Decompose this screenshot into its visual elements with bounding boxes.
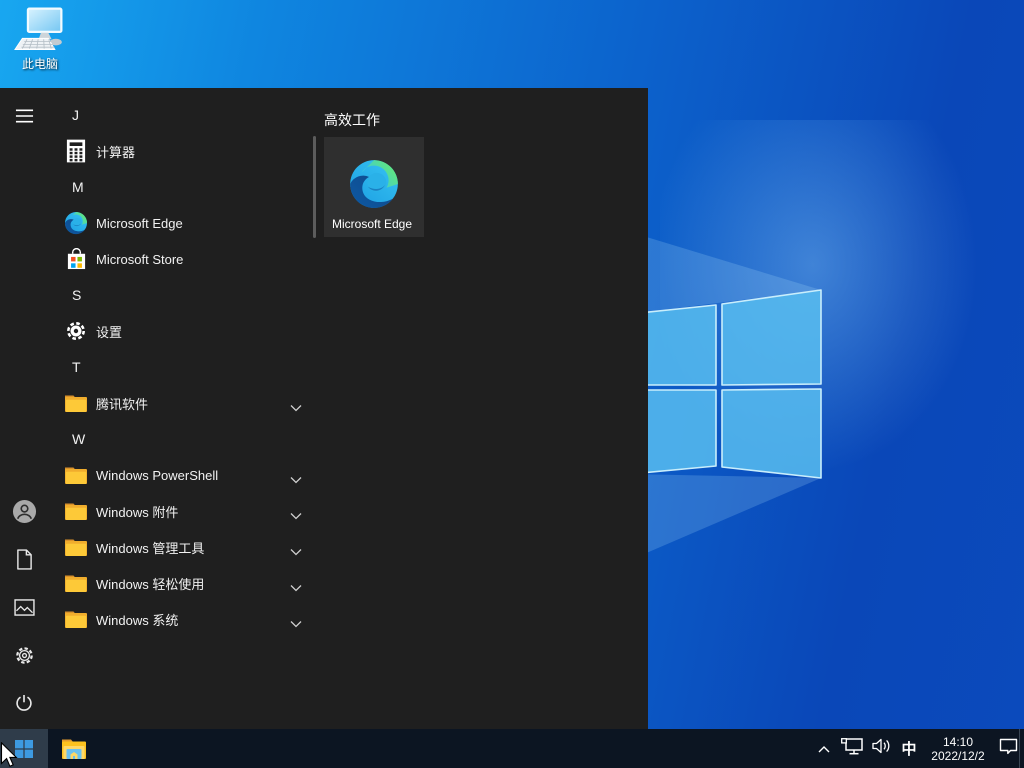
app-list-item-tencent-software[interactable]: 腾讯软件: [48, 385, 312, 421]
app-list-item-calculator[interactable]: 计算器: [48, 133, 312, 169]
chevron-down-icon[interactable]: [290, 543, 302, 551]
app-label: Windows 系统: [96, 610, 178, 629]
app-list-item-windows-system[interactable]: Windows 系统: [48, 601, 312, 637]
start-menu: J 计算器 M Microsoft Edge Microsoft Store S 设置 T 腾讯…: [0, 88, 648, 729]
app-label: Microsoft Store: [96, 252, 183, 267]
app-list-section-header[interactable]: T: [48, 349, 312, 385]
edge-icon: [64, 211, 88, 235]
rail-power-button[interactable]: [0, 679, 48, 727]
store-icon: [64, 247, 88, 271]
app-list-item-windows-admin-tools[interactable]: Windows 管理工具: [48, 529, 312, 565]
chevron-down-icon[interactable]: [290, 507, 302, 515]
start-button[interactable]: [0, 729, 48, 768]
ethernet-network-icon: [841, 738, 863, 760]
app-list-item-windows-accessories[interactable]: Windows 附件: [48, 493, 312, 529]
app-list-item-microsoft-edge[interactable]: Microsoft Edge: [48, 205, 312, 241]
app-label: Windows PowerShell: [96, 468, 218, 483]
taskbar: 中 14:10 2022/12/2: [0, 729, 1024, 768]
ime-indicator[interactable]: 中: [901, 738, 917, 759]
rail-pictures-button[interactable]: [0, 583, 48, 631]
system-tray: 中 14:10 2022/12/2: [816, 729, 1018, 768]
tile-label: Microsoft Edge: [332, 217, 412, 231]
show-desktop-button[interactable]: [1019, 729, 1024, 768]
folder-icon: [64, 571, 88, 595]
start-app-list: J 计算器 M Microsoft Edge Microsoft Store S 设置 T 腾讯…: [48, 97, 312, 637]
app-list-item-windows-ease-of-access[interactable]: Windows 轻松使用: [48, 565, 312, 601]
this-pc-label: 此电脑: [8, 55, 72, 72]
taskbar-clock[interactable]: 14:10 2022/12/2: [926, 735, 990, 763]
action-center-icon: [999, 738, 1018, 760]
section-letter: J: [72, 107, 79, 123]
app-list-item-microsoft-store[interactable]: Microsoft Store: [48, 241, 312, 277]
start-tiles-area: 高效工作 Microsoft Edge: [324, 88, 648, 729]
app-list-section-header[interactable]: S: [48, 277, 312, 313]
app-label: Windows 附件: [96, 502, 178, 521]
folder-icon: [64, 499, 88, 523]
gear-icon: [64, 319, 88, 343]
tile-microsoft-edge[interactable]: Microsoft Edge: [324, 137, 424, 237]
section-letter: M: [72, 179, 84, 195]
folder-icon: [64, 463, 88, 487]
folder-icon: [64, 391, 88, 415]
power-icon: [14, 693, 34, 713]
folder-icon: [64, 535, 88, 559]
folder-icon: [64, 607, 88, 631]
app-list-item-settings[interactable]: 设置: [48, 313, 312, 349]
taskbar-file-explorer-button[interactable]: [50, 729, 98, 768]
network-tray-button[interactable]: [841, 738, 863, 760]
app-label: 计算器: [96, 142, 135, 161]
action-center-button[interactable]: [999, 738, 1018, 760]
app-list-scrollbar[interactable]: [313, 136, 316, 238]
start-menu-rail: [0, 88, 48, 729]
calculator-icon: [64, 139, 88, 163]
windows-logo-icon: [15, 740, 33, 758]
tile-group-title: 高效工作: [324, 110, 380, 130]
section-letter: W: [72, 431, 85, 447]
section-letter: T: [72, 359, 81, 375]
menu-icon: [15, 108, 34, 124]
chevron-up-icon: [818, 740, 830, 758]
rail-settings-button[interactable]: [0, 631, 48, 679]
user-icon: [12, 499, 37, 524]
rail-menu-button[interactable]: [0, 92, 48, 140]
rail-user-button[interactable]: [0, 487, 48, 535]
app-label: Windows 轻松使用: [96, 574, 204, 593]
app-label: Microsoft Edge: [96, 216, 183, 231]
desktop: 此电脑 J 计算器 M Microsoft Edge Microsoft Store S 设…: [0, 0, 1024, 768]
desktop-icon-this-pc[interactable]: 此电脑: [8, 6, 72, 76]
app-list-section-header[interactable]: W: [48, 421, 312, 457]
chevron-down-icon[interactable]: [290, 399, 302, 407]
edge-icon: [348, 158, 400, 210]
tray-expand-button[interactable]: [816, 740, 832, 758]
app-label: 腾讯软件: [96, 394, 148, 413]
app-label: 设置: [96, 322, 122, 341]
gear-outline-icon: [14, 645, 35, 666]
app-list-section-header[interactable]: M: [48, 169, 312, 205]
file-explorer-icon: [61, 738, 87, 760]
chevron-down-icon[interactable]: [290, 471, 302, 479]
app-list-item-windows-powershell[interactable]: Windows PowerShell: [48, 457, 312, 493]
clock-date: 2022/12/2: [926, 749, 990, 763]
chevron-down-icon[interactable]: [290, 579, 302, 587]
chevron-down-icon[interactable]: [290, 615, 302, 623]
app-list-section-header[interactable]: J: [48, 97, 312, 133]
pictures-icon: [14, 599, 35, 616]
section-letter: S: [72, 287, 81, 303]
document-icon: [16, 549, 33, 570]
volume-tray-button[interactable]: [872, 738, 892, 759]
this-pc-icon: [14, 6, 66, 54]
app-label: Windows 管理工具: [96, 538, 204, 557]
speaker-volume-icon: [872, 738, 892, 759]
clock-time: 14:10: [926, 735, 990, 749]
rail-documents-button[interactable]: [0, 535, 48, 583]
